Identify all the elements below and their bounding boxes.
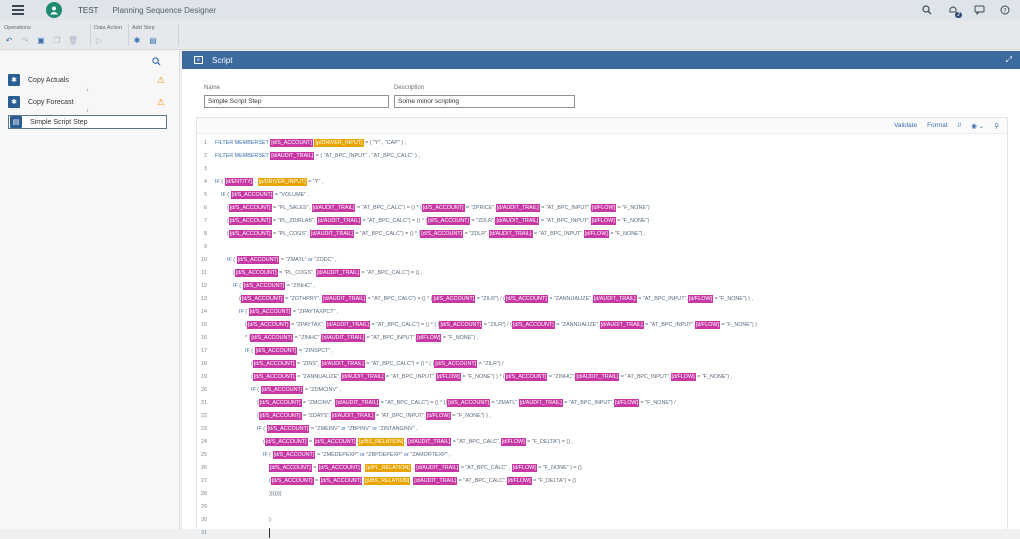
panel-title: Script xyxy=(212,55,233,65)
code-line: 5 IF ( [d/S_ACCOUNT] = "VOLUME" , xyxy=(204,190,310,199)
step-simple-script[interactable]: ▤ Simple Script Step xyxy=(8,115,167,129)
page-title: Planning Sequence Designer xyxy=(112,5,217,15)
view-icon[interactable]: ◉ ⌄ xyxy=(971,122,984,130)
notifications-icon[interactable]: 2 xyxy=(946,3,962,18)
code-line: 13 ([d/S_ACCOUNT] = "ZOTHPRY", [d/AUDIT_T… xyxy=(201,294,753,303)
code-line: 26 [d/S_ACCOUNT] = [d/S_ACCOUNT] . [p/PL_… xyxy=(201,463,582,472)
search-icon[interactable] xyxy=(920,3,934,17)
code-toolbar: Validate Format // ◉ ⌄ ⚲ xyxy=(197,118,1007,134)
app-name: TEST xyxy=(78,5,99,15)
save-icon[interactable]: ▣ xyxy=(36,35,46,45)
step-label: Copy Forecast xyxy=(28,98,74,106)
code-line: 25 IF ( [d/S_ACCOUNT] = "ZMEDEPEXP" or "Z… xyxy=(201,450,451,459)
search-icon[interactable] xyxy=(152,57,161,68)
code-line: 14 IF ( [d/S_ACCOUNT] = "ZPAYTAXPCT" , xyxy=(201,307,339,316)
name-field[interactable]: Simple Script Step xyxy=(204,95,389,108)
operations-label: Operations xyxy=(4,25,31,31)
script-step-icon: ▤ xyxy=(10,116,22,128)
divider xyxy=(178,24,179,46)
code-line: 6 ([d/S_ACCOUNT] = "PL_SALES", [d/AUDIT_T… xyxy=(204,203,650,212)
text-cursor xyxy=(269,527,270,538)
help-icon[interactable]: ? xyxy=(998,3,1012,17)
data-action-group: Data Action ▷ xyxy=(94,25,122,45)
name-label: Name xyxy=(204,85,221,91)
add-step-group: Add Step ✱ ▤ xyxy=(132,25,158,45)
description-field[interactable]: Some minor scripting xyxy=(394,95,575,108)
search-icon[interactable]: ⚲ xyxy=(994,122,999,130)
script-icon: ≡ xyxy=(194,56,203,64)
step-label: Simple Script Step xyxy=(30,118,88,126)
code-line: 30) xyxy=(201,516,271,523)
step-copy-actuals[interactable]: ✱ Copy Actuals ⚠ xyxy=(8,73,167,87)
flow-arrow-icon: ↓ xyxy=(86,108,89,114)
code-line: 21 ([d/S_ACCOUNT] = "ZMCINV", [d/AUDIT_TR… xyxy=(201,398,676,407)
code-line: 16 * ([d/S_ACCOUNT] = "ZINHC",[d/AUDIT_TR… xyxy=(201,333,478,342)
code-line: 19 ([d/S_ACCOUNT] = "ZANNUALIZE",[d/AUDIT… xyxy=(201,372,733,381)
divider xyxy=(128,24,129,46)
menu-icon[interactable] xyxy=(12,5,32,15)
code-line: 7 ([d/S_ACCOUNT] = "PL_ZDIRLAB", [d/AUDIT… xyxy=(204,216,650,225)
code-line: 24([d/S_ACCOUNT] = [d/S_ACCOUNT].[p/BS_R… xyxy=(201,437,574,446)
code-line: 9 xyxy=(204,243,207,250)
code-editor[interactable]: Validate Format // ◉ ⌄ ⚲ 1 FILTER MEMBERS… xyxy=(196,117,1008,538)
code-line: 11 ([d/S_ACCOUNT] = "PL_COGS", [d/AUDIT_T… xyxy=(201,268,423,277)
copy-step-icon: ✱ xyxy=(8,74,20,86)
undo-icon[interactable]: ↶ xyxy=(4,35,14,45)
code-line: 23 IF ( [d/S_ACCOUNT] = "ZMEINV" or "ZBPI… xyxy=(201,424,418,433)
code-line: 8 ([d/S_ACCOUNT] = "PL_COGS", [d/AUDIT_TR… xyxy=(204,229,646,238)
description-label: Description xyxy=(394,85,425,91)
code-line: 28))))))) xyxy=(201,490,282,497)
panel-header: ≡ Script ⤢ xyxy=(182,51,1020,69)
format-button[interactable]: Format xyxy=(927,122,948,129)
chat-icon[interactable] xyxy=(972,3,986,17)
step-copy-forecast[interactable]: ✱ Copy Forecast ⚠ xyxy=(8,95,167,109)
code-line: 15 ([d/S_ACCOUNT] = "ZPAYTAX", [d/AUDIT_T… xyxy=(201,320,757,329)
code-line: 31 xyxy=(197,526,1007,539)
redo-icon[interactable]: ↷ xyxy=(20,35,30,45)
code-line: 2 FILTER MEMBERSET [d/AUDIT_TRAIL] = ( "A… xyxy=(204,151,420,160)
add-copy-step-icon[interactable]: ✱ xyxy=(132,35,142,45)
run-icon[interactable]: ▷ xyxy=(94,35,104,45)
step-list-pane: ✱ Copy Actuals ⚠ ↓ ✱ Copy Forecast ⚠ ↓ ▤… xyxy=(0,51,180,529)
code-line: 3 xyxy=(204,165,207,172)
code-line: 1 FILTER MEMBERSET [d/S_ACCOUNT] [p/DRIVE… xyxy=(204,138,407,147)
comment-icon[interactable]: // xyxy=(958,122,962,129)
toolbar: Operations ↶ ↷ ▣ ❐ 🗑 Data Action ▷ Add S… xyxy=(0,20,1020,50)
delete-icon[interactable]: 🗑 xyxy=(68,35,78,45)
expand-icon[interactable]: ⤢ xyxy=(1006,55,1012,65)
code-line: 17 IF ( [d/S_ACCOUNT] = "ZINSPCT" , xyxy=(201,346,334,355)
copy-step-icon: ✱ xyxy=(8,96,20,108)
add-step-label: Add Step xyxy=(132,25,155,31)
code-line: 4 IF ( [d/ENTITY] . [p/DRIVER_INPUT] = "Y… xyxy=(204,177,324,186)
divider xyxy=(90,24,91,46)
step-label: Copy Actuals xyxy=(28,76,69,84)
svg-text:?: ? xyxy=(1003,7,1006,14)
code-line: 29 xyxy=(201,503,207,510)
add-script-step-icon[interactable]: ▤ xyxy=(148,35,158,45)
flow-arrow-icon: ↓ xyxy=(86,87,89,93)
data-action-label: Data Action xyxy=(94,25,123,31)
code-line: 20 IF ( [d/S_ACCOUNT] = "ZDMCINV" , xyxy=(201,385,341,394)
operations-group: Operations ↶ ↷ ▣ ❐ 🗑 xyxy=(4,25,78,45)
code-line: 10 IF ( [d/S_ACCOUNT] = "ZMATL" or "ZODC"… xyxy=(201,255,337,264)
validate-button[interactable]: Validate xyxy=(894,122,917,129)
avatar[interactable] xyxy=(46,2,62,18)
shell-bar: TEST Planning Sequence Designer 2 ? xyxy=(0,0,1020,20)
notification-badge: 2 xyxy=(955,12,962,18)
copy-icon[interactable]: ❐ xyxy=(52,35,62,45)
code-line: 18 ([d/S_ACCOUNT] = "ZINS", [d/AUDIT_TRAI… xyxy=(201,359,504,368)
code-line: 22 ([d/S_ACCOUNT] = "ZDAYS",[d/AUDIT_TRAI… xyxy=(201,411,491,420)
warning-icon: ⚠ xyxy=(156,96,165,107)
user-icon xyxy=(50,6,58,15)
script-panel: ≡ Script ⤢ Name Simple Script Step Descr… xyxy=(182,51,1020,538)
warning-icon: ⚠ xyxy=(156,74,165,85)
code-line: 12 IF ( [d/S_ACCOUNT] = "ZINHC" , xyxy=(201,281,315,290)
code-line: 27([d/S_ACCOUNT] = [d/S_ACCOUNT].[p/BS_R… xyxy=(201,476,577,485)
